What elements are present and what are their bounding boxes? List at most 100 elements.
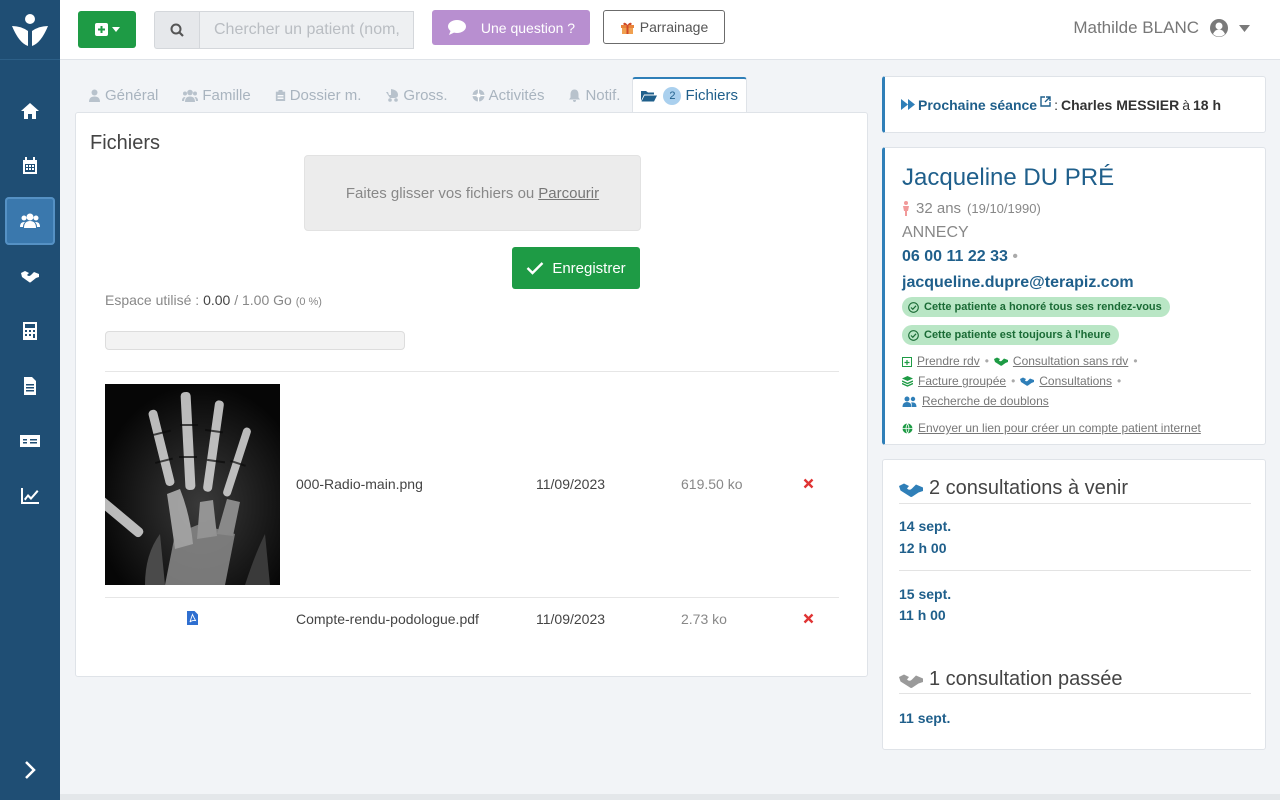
tab-general[interactable]: Général [76, 77, 170, 113]
browse-link[interactable]: Parcourir [538, 185, 599, 202]
on-time-badge: Cette patiente est toujours à l'heure [902, 325, 1119, 345]
sidebar-item-documents[interactable] [5, 362, 55, 410]
upcoming-title: 2 consultations à venir [929, 477, 1129, 499]
sidebar-expand-button[interactable] [5, 746, 55, 794]
consultation-date[interactable]: 14 sept. [899, 518, 951, 534]
file-dropzone[interactable]: Faites glisser vos fichiers ou Parcourir [304, 155, 641, 231]
consultation-time[interactable]: 11 h 00 [899, 607, 946, 623]
sidebar-item-accounting[interactable] [5, 307, 55, 355]
consultation-without-appointment-link[interactable]: Consultation sans rdv [1013, 354, 1128, 368]
tab-fichiers[interactable]: 2 Fichiers [632, 77, 747, 113]
sidebar-item-payments[interactable] [5, 417, 55, 465]
parrainage-label: Parrainage [639, 19, 709, 35]
check-circle-icon [908, 301, 919, 313]
birth-date: (19/10/1990) [967, 201, 1041, 216]
tab-label: Gross. [403, 86, 448, 104]
next-session-link[interactable]: Prochaine séance [918, 97, 1037, 113]
file-date: 11/09/2023 [536, 476, 606, 492]
check-circle-icon [908, 329, 919, 341]
user-name: Mathilde BLANC [1073, 18, 1199, 37]
storage-info: Espace utilisé : 0.00 / 1.00 Go (0 %) [105, 292, 322, 308]
user-circle-icon [1210, 19, 1228, 37]
phone-dot: • [1012, 248, 1018, 265]
add-menu-button[interactable] [78, 11, 136, 48]
pdf-icon[interactable] [187, 611, 198, 628]
grouped-invoice-link[interactable]: Facture groupée [918, 374, 1006, 388]
sidebar [0, 0, 60, 800]
handshake-icon [993, 357, 1008, 366]
tab-label: Notif. [585, 86, 621, 104]
bullet: • [1133, 354, 1138, 368]
baby-carriage-icon [386, 88, 399, 102]
gift-icon [620, 22, 634, 34]
tab-dossier-medical[interactable]: Dossier m. [263, 77, 374, 113]
bottom-strip [60, 794, 1280, 800]
badge-text: Cette patiente est toujours à l'heure [924, 329, 1111, 341]
file-row[interactable]: 000-Radio-main.png 11/09/2023 619.50 ko [105, 469, 839, 499]
delete-file-button[interactable] [803, 469, 814, 499]
fast-forward-icon [901, 99, 915, 110]
layers-icon [902, 375, 913, 387]
tab-label: Dossier m. [289, 86, 362, 104]
files-panel: Fichiers Faites glisser vos fichiers ou … [75, 112, 868, 677]
search-button[interactable] [154, 11, 199, 49]
patient-card: Jacqueline DU PRÉ 32 ans (19/10/1990) AN… [882, 147, 1266, 445]
past-consultations-header: 1 consultation passée [899, 668, 1122, 691]
consultation-time[interactable]: 12 h 00 [899, 540, 946, 556]
parrainage-button[interactable]: Parrainage [603, 10, 725, 44]
folder-open-icon [641, 91, 658, 102]
sidebar-item-calendar[interactable] [5, 142, 55, 190]
tab-famille[interactable]: Famille [170, 77, 262, 113]
storage-label: Espace utilisé : [105, 292, 200, 308]
duplicate-search-link[interactable]: Recherche de doublons [922, 394, 1049, 408]
external-link-icon [1040, 95, 1051, 107]
search-input[interactable] [199, 11, 414, 49]
tab-grossesse[interactable]: Gross. [373, 77, 459, 113]
file-size: 2.73 ko [681, 611, 727, 627]
users-icon [182, 89, 199, 102]
file-date: 11/09/2023 [536, 611, 606, 627]
dropzone-text: Faites glisser vos fichiers ou [345, 184, 535, 202]
tab-activites[interactable]: Activités [460, 77, 557, 113]
consultations-link[interactable]: Consultations [1039, 374, 1112, 388]
handshake-icon [899, 674, 923, 688]
book-appointment-link[interactable]: Prendre rdv [917, 354, 980, 368]
divider [105, 371, 839, 372]
tab-label: Famille [202, 86, 251, 104]
sidebar-item-consultations[interactable] [5, 252, 55, 300]
age-value: 32 ans [916, 200, 962, 217]
question-label: Une question ? [480, 19, 576, 36]
user-menu[interactable]: Mathilde BLANC [1073, 18, 1250, 38]
past-title: 1 consultation passée [929, 668, 1123, 690]
consultations-card: 2 consultations à venir 14 sept. 12 h 00… [882, 459, 1266, 750]
storage-total: / 1.00 Go [234, 292, 292, 308]
badge-text: Cette patiente a honoré tous ses rendez-… [924, 301, 1162, 313]
patient-actions-row: Envoyer un lien pour créer un compte pat… [902, 421, 1201, 435]
storage-percent: (0 %) [295, 296, 322, 308]
send-account-link[interactable]: Envoyer un lien pour créer un compte pat… [918, 421, 1201, 435]
sidebar-item-statistics[interactable] [5, 472, 55, 520]
save-button[interactable]: Enregistrer [512, 247, 640, 289]
sidebar-item-patients[interactable] [5, 197, 55, 245]
file-row[interactable]: Compte-rendu-podologue.pdf 11/09/2023 2.… [105, 604, 839, 634]
chevron-right-icon [25, 761, 36, 779]
consultation-date[interactable]: 11 sept. [899, 710, 950, 726]
handshake-icon [899, 483, 923, 497]
app-logo[interactable] [0, 0, 60, 60]
patient-actions-row: Prendre rdv • Consultation sans rdv • [902, 354, 1138, 368]
home-icon [21, 103, 39, 119]
patient-city: ANNECY [902, 224, 969, 241]
patient-email[interactable]: jacqueline.dupre@terapiz.com [902, 274, 1134, 292]
consultation-date[interactable]: 15 sept. [899, 586, 951, 602]
file-name[interactable]: 000-Radio-main.png [296, 469, 423, 499]
file-name[interactable]: Compte-rendu-podologue.pdf [296, 604, 479, 634]
female-icon [903, 201, 909, 216]
bell-icon [569, 89, 581, 102]
patient-phone-row: 06 00 11 22 33 • [902, 248, 1018, 266]
tab-notifications[interactable]: Notif. [556, 77, 632, 113]
patient-phone[interactable]: 06 00 11 22 33 [902, 248, 1008, 265]
sidebar-item-home[interactable] [5, 87, 55, 135]
patient-actions-row: Recherche de doublons [902, 394, 1049, 408]
question-button[interactable]: Une question ? [432, 10, 590, 45]
delete-file-button[interactable] [803, 604, 814, 634]
